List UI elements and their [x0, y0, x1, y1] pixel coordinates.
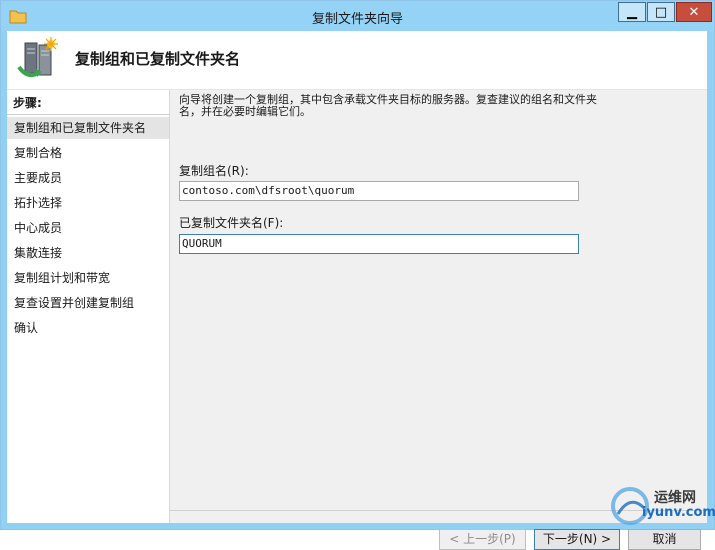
steps-divider — [7, 114, 169, 115]
replication-group-input[interactable]: contoso.com\dfsroot\quorum — [179, 181, 579, 201]
title-bar[interactable]: 复制文件夹向导 ▁ □ ✕ — [1, 1, 714, 31]
minimize-icon: ▁ — [627, 4, 637, 20]
replication-server-icon — [17, 37, 58, 77]
minimize-button[interactable]: ▁ — [618, 2, 646, 22]
step-item-primary-member[interactable]: 主要成员 — [7, 167, 169, 189]
step-item-group-names[interactable]: 复制组和已复制文件夹名 — [7, 117, 169, 139]
maximize-icon: □ — [654, 4, 668, 20]
maximize-button[interactable]: □ — [647, 2, 675, 22]
step-item-topology[interactable]: 拓扑选择 — [7, 192, 169, 214]
step-item-hub-spoke-connections[interactable]: 集散连接 — [7, 242, 169, 264]
close-button[interactable]: ✕ — [676, 2, 712, 22]
window-title: 复制文件夹向导 — [311, 12, 403, 27]
wizard-window: 复制文件夹向导 ▁ □ ✕ 复制组和已复制文件夹名 步骤: 复制组和已复制文件夹… — [0, 0, 715, 550]
wizard-header: 复制组和已复制文件夹名 — [7, 31, 707, 90]
wizard-main-panel: 向导将创建一个复制组，其中包含承载文件夹目标的服务器。复查建议的组名和文件夹名，… — [170, 90, 707, 550]
back-button[interactable]: < 上一步(P) — [439, 529, 526, 550]
steps-heading: 步骤: — [13, 96, 42, 110]
step-item-review-create[interactable]: 复查设置并创建复制组 — [7, 292, 169, 314]
step-item-hub-members[interactable]: 中心成员 — [7, 217, 169, 239]
close-icon: ✕ — [688, 4, 700, 20]
cancel-button[interactable]: 取消 — [628, 529, 701, 550]
step-item-eligibility[interactable]: 复制合格 — [7, 142, 169, 164]
steps-sidebar: 步骤: 复制组和已复制文件夹名 复制合格 主要成员 拓扑选择 中心成员 集散连接… — [7, 90, 170, 523]
watermark-text: 运维网 — [654, 490, 696, 506]
description-text: 向导将创建一个复制组，其中包含承载文件夹目标的服务器。复查建议的组名和文件夹名，… — [179, 93, 597, 118]
watermark-url: iyunv.com — [642, 505, 715, 520]
replication-group-label: 复制组名(R): — [179, 164, 249, 178]
replicated-folder-label: 已复制文件夹名(F): — [179, 216, 284, 230]
wizard-client: 复制组和已复制文件夹名 步骤: 复制组和已复制文件夹名 复制合格 主要成员 拓扑… — [7, 31, 707, 550]
site-watermark: 运维网 iyunv.com — [610, 485, 715, 527]
replicated-folder-input[interactable]: QUORUM — [179, 234, 579, 254]
next-button[interactable]: 下一步(N) > — [534, 529, 620, 550]
page-title: 复制组和已复制文件夹名 — [75, 50, 241, 68]
step-item-confirmation[interactable]: 确认 — [7, 317, 169, 339]
step-item-schedule-bandwidth[interactable]: 复制组计划和带宽 — [7, 267, 169, 289]
